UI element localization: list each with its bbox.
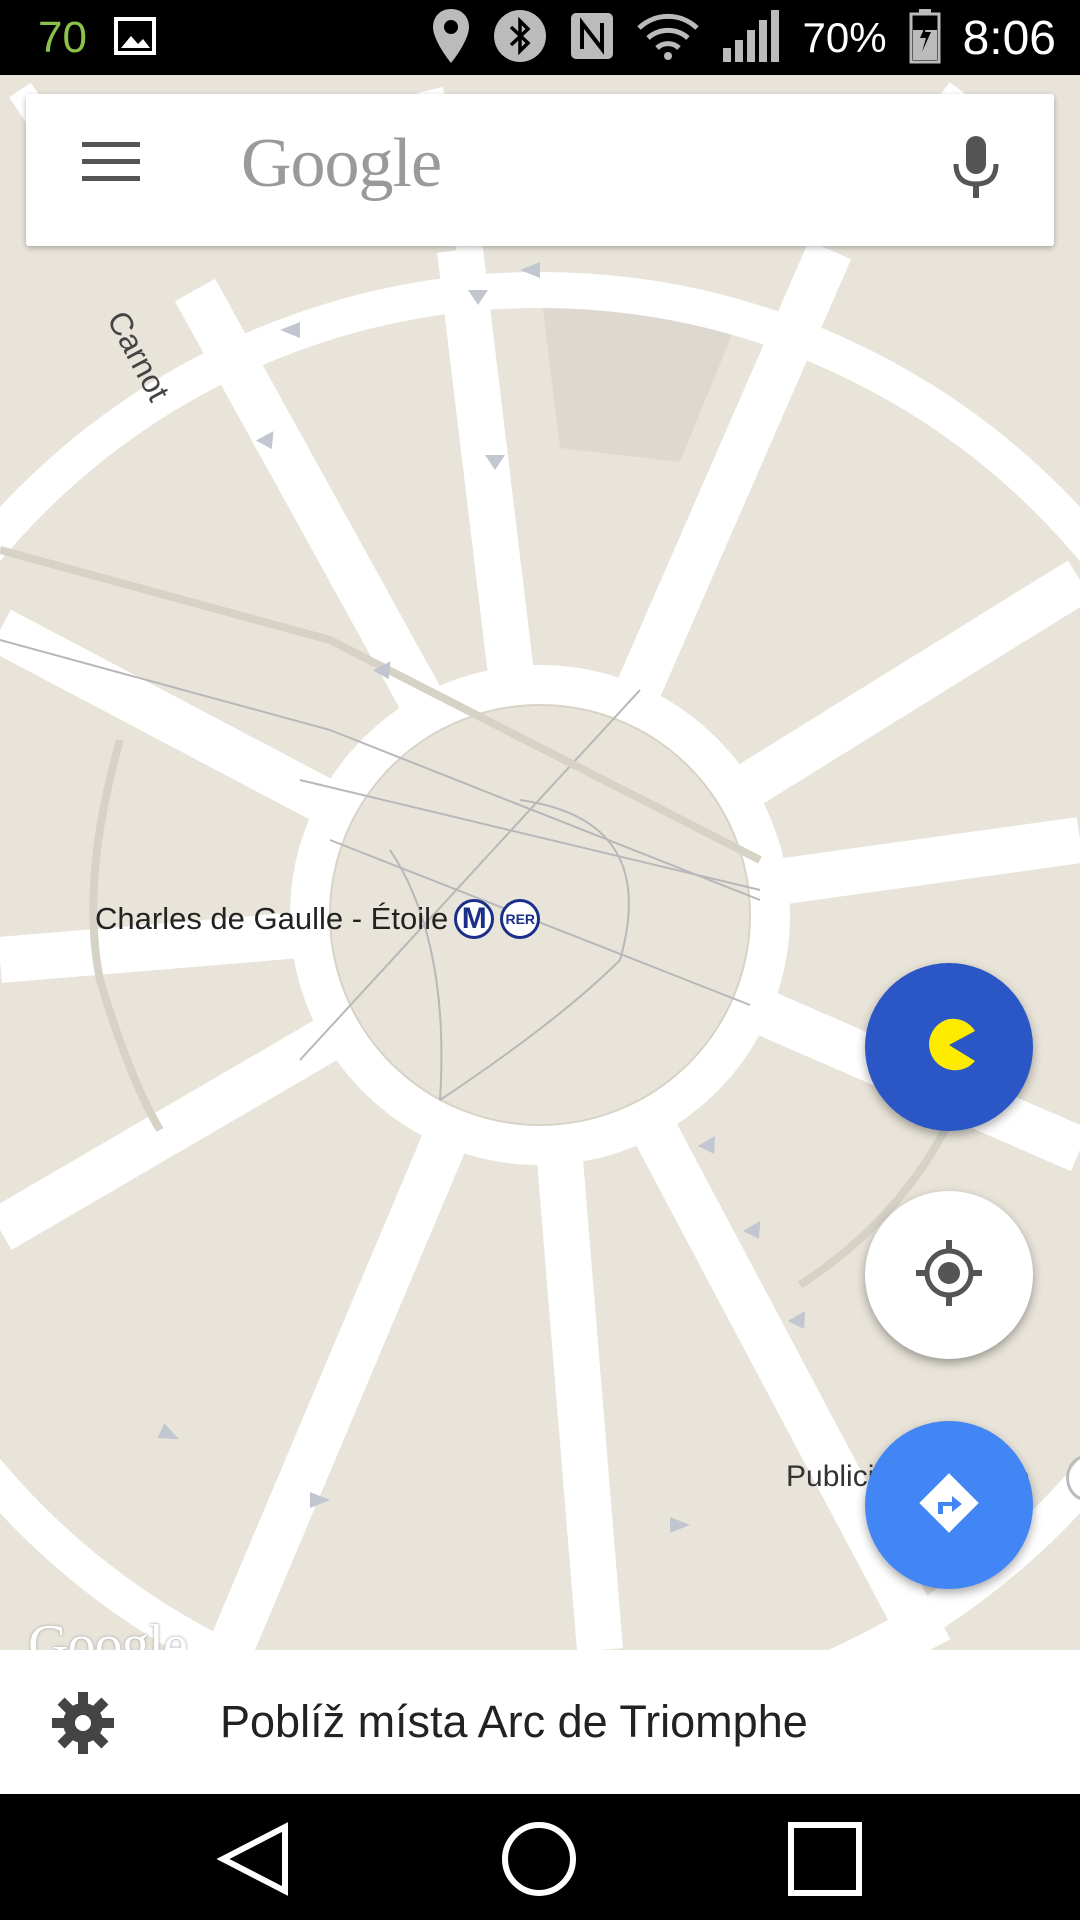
station-name: Charles de Gaulle - Étoile	[95, 901, 449, 936]
bottom-panel[interactable]: Poblíž místa Arc de Triomphe	[0, 1650, 1080, 1794]
station-label[interactable]: Charles de Gaulle - Étoile M RER	[95, 895, 541, 943]
hamburger-menu-icon[interactable]	[82, 140, 162, 200]
map-view[interactable]: Carnot Charles de Gaulle - Étoile M RER …	[0, 75, 1080, 1650]
recents-square-icon[interactable]	[785, 1819, 865, 1899]
nfc-icon	[569, 11, 615, 66]
home-circle-icon[interactable]	[499, 1819, 579, 1899]
signal-icon	[721, 8, 781, 69]
navigation-bar	[0, 1794, 1080, 1920]
google-watermark: Google	[28, 1614, 188, 1650]
location-pin-icon	[431, 7, 471, 70]
gear-icon[interactable]	[50, 1690, 116, 1756]
battery-percent: 70%	[802, 14, 887, 61]
metro-badge: M	[454, 899, 495, 939]
clock: 8:06	[962, 11, 1056, 65]
picture-icon	[113, 14, 157, 63]
battery-charging-icon	[909, 8, 941, 69]
search-bar[interactable]: Google	[26, 94, 1054, 246]
status-bar: 70 70% 8:06	[0, 0, 1080, 75]
notification-count: 70	[38, 13, 87, 62]
directions-button[interactable]	[865, 1421, 1033, 1589]
bluetooth-icon	[493, 9, 547, 68]
back-triangle-icon[interactable]	[215, 1819, 295, 1899]
rer-badge: RER	[500, 899, 541, 939]
wifi-icon	[636, 10, 699, 67]
pacman-button[interactable]	[865, 963, 1033, 1131]
map-roads	[0, 82, 1080, 1650]
microphone-icon[interactable]	[951, 134, 1011, 206]
my-location-button[interactable]	[865, 1191, 1033, 1359]
directions-icon	[914, 1468, 984, 1543]
search-logo: Google	[241, 125, 442, 202]
my-location-icon	[914, 1238, 984, 1313]
nearby-text: Poblíž místa Arc de Triomphe	[220, 1696, 808, 1747]
pacman-icon	[917, 1015, 981, 1080]
